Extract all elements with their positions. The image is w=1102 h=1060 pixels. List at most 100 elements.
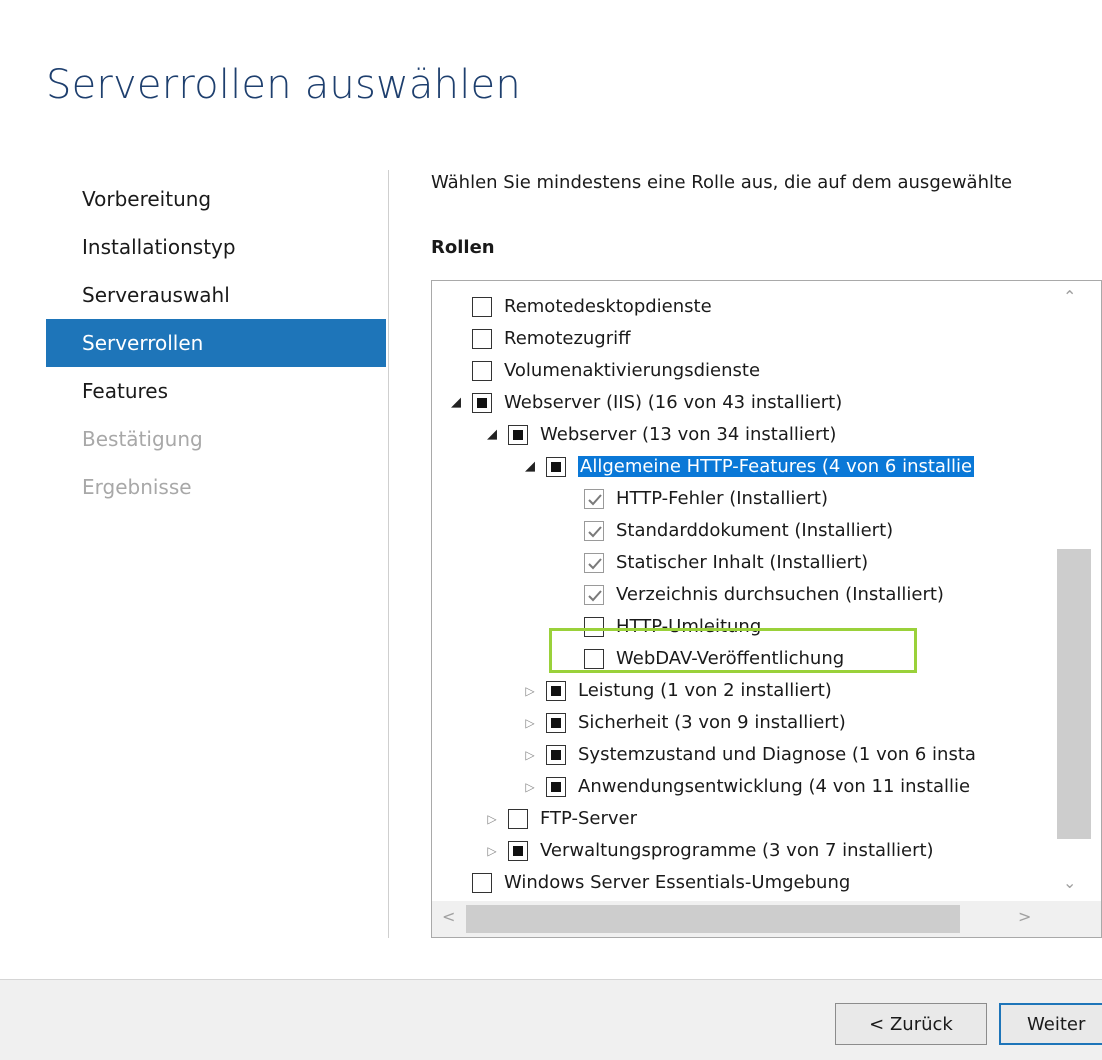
triangle-right-outline-icon[interactable]: ▷ bbox=[482, 841, 502, 861]
tree-row[interactable]: ▷ Anwendungsentwicklung (4 von 11 install… bbox=[520, 771, 970, 802]
nav-item-features[interactable]: Features bbox=[46, 367, 386, 415]
roles-tree-viewport: Remotedesktopdienste Remotezugriff Volumen… bbox=[432, 281, 1046, 901]
role-checkbox[interactable] bbox=[472, 872, 492, 893]
checkmark-icon bbox=[588, 557, 602, 569]
role-checkbox[interactable] bbox=[472, 360, 492, 381]
tree-row[interactable]: ▷ Systemzustand und Diagnose (1 von 6 ins… bbox=[520, 739, 976, 770]
role-label: HTTP-Umleitung bbox=[616, 616, 762, 637]
role-label: WebDAV-Veröffentlichung bbox=[616, 648, 845, 669]
triangle-right-outline-icon[interactable]: ▷ bbox=[520, 745, 540, 765]
role-checkbox[interactable] bbox=[508, 808, 528, 829]
nav-item-ergebnisse: Ergebnisse bbox=[82, 475, 192, 499]
role-checkbox[interactable] bbox=[546, 712, 566, 733]
tree-row[interactable]: ▷ Sicherheit (3 von 9 installiert) bbox=[520, 707, 846, 738]
nav-item-vorbereitung[interactable]: Vorbereitung bbox=[46, 175, 386, 223]
tree-row[interactable]: WebDAV-Veröffentlichung bbox=[558, 643, 844, 674]
role-label: Volumenaktivierungsdienste bbox=[504, 360, 761, 381]
role-checkbox[interactable] bbox=[472, 328, 492, 349]
role-label: Verzeichnis durchsuchen (Installiert) bbox=[616, 584, 944, 605]
role-checkbox[interactable] bbox=[508, 840, 528, 861]
tree-row[interactable]: Statischer Inhalt (Installiert) bbox=[558, 547, 868, 578]
role-checkbox[interactable] bbox=[508, 424, 528, 445]
page-title: Serverrollen auswählen bbox=[46, 62, 521, 108]
tree-row[interactable]: ▷ Verwaltungsprogramme (3 von 7 installie… bbox=[482, 835, 934, 866]
role-label: Windows Server Essentials-Umgebung bbox=[504, 872, 851, 893]
chevron-right-icon[interactable]: > bbox=[1018, 907, 1031, 926]
role-checkbox[interactable] bbox=[546, 744, 566, 765]
nav-item-installationstyp[interactable]: Installationstyp bbox=[46, 223, 386, 271]
roles-tree[interactable]: Remotedesktopdienste Remotezugriff Volumen… bbox=[431, 280, 1102, 938]
role-checkbox[interactable] bbox=[546, 680, 566, 701]
chevron-up-icon[interactable]: ⌃ bbox=[1063, 287, 1076, 306]
checkmark-icon bbox=[588, 589, 602, 601]
tree-row[interactable]: ◢ Allgemeine HTTP-Features (4 von 6 insta… bbox=[520, 451, 975, 482]
tree-row[interactable]: HTTP-Umleitung bbox=[558, 611, 761, 642]
role-label: Allgemeine HTTP-Features (4 von 6 instal… bbox=[578, 456, 975, 477]
role-label: HTTP-Fehler (Installiert) bbox=[616, 488, 828, 509]
role-label: Leistung (1 von 2 installiert) bbox=[578, 680, 832, 701]
roles-description: Wählen Sie mindestens eine Rolle aus, di… bbox=[431, 172, 1013, 193]
checkmark-icon bbox=[588, 525, 602, 537]
vertical-scroll-thumb[interactable] bbox=[1057, 549, 1091, 839]
triangle-right-outline-icon[interactable]: ▷ bbox=[482, 809, 502, 829]
role-label: FTP-Server bbox=[540, 808, 638, 829]
wizard-nav: Vorbereitung Installationstyp Serverauswah… bbox=[46, 175, 386, 511]
tree-row[interactable]: Verzeichnis durchsuchen (Installiert) bbox=[558, 579, 944, 610]
role-checkbox[interactable] bbox=[546, 456, 566, 477]
role-label: Sicherheit (3 von 9 installiert) bbox=[578, 712, 846, 733]
triangle-down-right-icon[interactable]: ◢ bbox=[520, 457, 540, 477]
role-label: Standarddokument (Installiert) bbox=[616, 520, 894, 541]
tree-row[interactable]: ▷ Leistung (1 von 2 installiert) bbox=[520, 675, 832, 706]
back-button[interactable]: < Zurück bbox=[835, 1003, 987, 1045]
role-label: Webserver (IIS) (16 von 43 installiert) bbox=[504, 392, 843, 413]
role-checkbox bbox=[584, 584, 604, 605]
chevron-left-icon[interactable]: < bbox=[442, 907, 455, 926]
role-checkbox[interactable] bbox=[472, 392, 492, 413]
role-checkbox bbox=[584, 552, 604, 573]
triangle-right-outline-icon[interactable]: ▷ bbox=[520, 681, 540, 701]
triangle-down-right-icon[interactable]: ◢ bbox=[446, 393, 466, 413]
triangle-right-outline-icon[interactable]: ▷ bbox=[520, 777, 540, 797]
role-label: Remotedesktopdienste bbox=[504, 296, 712, 317]
role-checkbox[interactable] bbox=[472, 296, 492, 317]
role-checkbox[interactable] bbox=[546, 776, 566, 797]
role-checkbox bbox=[584, 488, 604, 509]
nav-item-serverauswahl[interactable]: Serverauswahl bbox=[46, 271, 386, 319]
role-label: Remotezugriff bbox=[504, 328, 631, 349]
roles-heading: Rollen bbox=[431, 237, 495, 258]
tree-row[interactable]: Remotedesktopdienste bbox=[446, 291, 712, 322]
role-label: Systemzustand und Diagnose (1 von 6 inst… bbox=[578, 744, 976, 765]
nav-item-bestätigung: Bestätigung bbox=[82, 427, 203, 451]
role-checkbox[interactable] bbox=[584, 616, 604, 637]
tree-row[interactable]: ◢ Webserver (13 von 34 installiert) bbox=[482, 419, 836, 450]
tree-row[interactable]: Remotezugriff bbox=[446, 323, 631, 354]
vertical-scrollbar[interactable]: ⌃ ⌄ bbox=[1045, 281, 1101, 901]
tree-row[interactable]: Windows Server Essentials-Umgebung bbox=[446, 867, 850, 898]
tree-row[interactable]: HTTP-Fehler (Installiert) bbox=[558, 483, 828, 514]
next-button[interactable]: Weiter bbox=[999, 1003, 1102, 1045]
triangle-right-outline-icon[interactable]: ▷ bbox=[520, 713, 540, 733]
nav-divider bbox=[388, 170, 389, 938]
tree-row[interactable]: ◢ Webserver (IIS) (16 von 43 installiert) bbox=[446, 387, 842, 418]
role-label: Anwendungsentwicklung (4 von 11 installi… bbox=[578, 776, 971, 797]
chevron-down-icon[interactable]: ⌄ bbox=[1063, 873, 1076, 892]
horizontal-scroll-thumb[interactable] bbox=[466, 905, 960, 933]
role-checkbox[interactable] bbox=[584, 648, 604, 669]
horizontal-scrollbar[interactable]: < > bbox=[432, 901, 1101, 937]
role-label: Webserver (13 von 34 installiert) bbox=[540, 424, 837, 445]
tree-row[interactable]: ▷ FTP-Server bbox=[482, 803, 637, 834]
role-label: Verwaltungsprogramme (3 von 7 installier… bbox=[540, 840, 934, 861]
role-label: Statischer Inhalt (Installiert) bbox=[616, 552, 869, 573]
tree-row[interactable]: Standarddokument (Installiert) bbox=[558, 515, 893, 546]
nav-item-serverrollen[interactable]: Serverrollen bbox=[46, 319, 386, 367]
triangle-down-right-icon[interactable]: ◢ bbox=[482, 425, 502, 445]
tree-row[interactable]: Volumenaktivierungsdienste bbox=[446, 355, 760, 386]
